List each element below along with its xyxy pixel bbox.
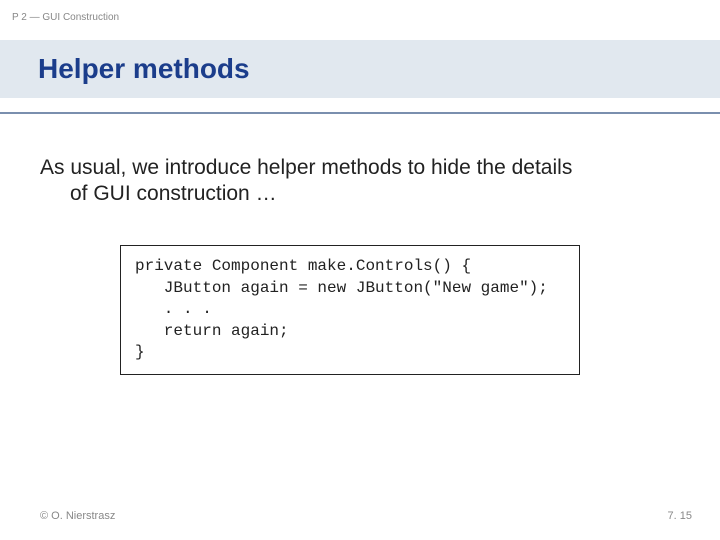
slide-title: Helper methods xyxy=(38,53,250,85)
body-line-2: of GUI construction … xyxy=(40,181,660,207)
slide: P 2 — GUI Construction Helper methods As… xyxy=(0,0,720,540)
divider xyxy=(0,112,720,114)
body-text: As usual, we introduce helper methods to… xyxy=(40,155,660,208)
footer-author: © O. Nierstrasz xyxy=(40,510,115,522)
code-box: private Component make.Controls() { JBut… xyxy=(120,245,580,375)
body-line-1: As usual, we introduce helper methods to… xyxy=(40,156,572,179)
breadcrumb: P 2 — GUI Construction xyxy=(12,12,119,23)
footer-page: 7. 15 xyxy=(668,510,692,522)
title-band: Helper methods xyxy=(0,40,720,98)
